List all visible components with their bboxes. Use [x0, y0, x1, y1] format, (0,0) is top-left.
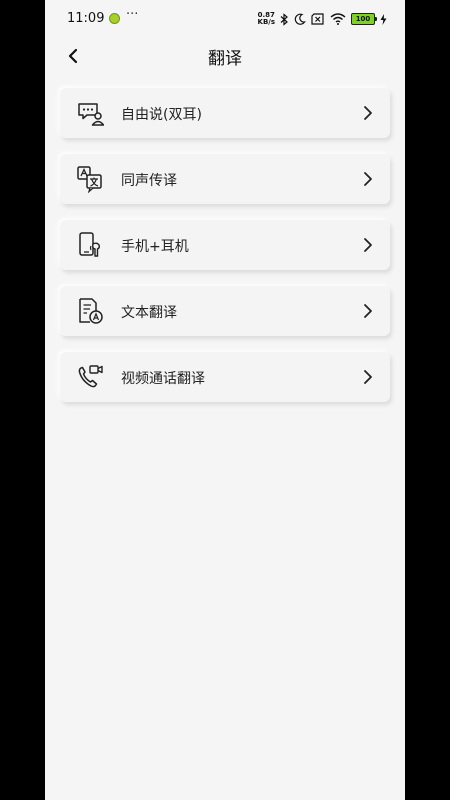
- translate-icon: [77, 166, 102, 193]
- chevron-right-icon: [364, 238, 372, 252]
- menu-item-label: 手机+耳机: [121, 239, 189, 255]
- charging-icon: [380, 13, 387, 25]
- wifi-icon: [330, 13, 346, 25]
- status-time: 11:09: [67, 11, 105, 26]
- chat-person-icon: [78, 103, 104, 126]
- translation-menu: 自由说(双耳) 同声传译 手机+耳机 文本翻译 视频通话翻译: [60, 88, 390, 418]
- chevron-right-icon: [364, 106, 372, 120]
- phone-earbud-icon: [79, 232, 100, 257]
- app-notification-icon: [109, 13, 120, 24]
- status-icons: 0.87 KB/s 100: [258, 10, 387, 28]
- network-speed: 0.87 KB/s: [258, 12, 275, 26]
- chevron-right-icon: [364, 172, 372, 186]
- app-header: 翻译: [45, 38, 405, 74]
- menu-item-label: 视频通话翻译: [121, 371, 205, 387]
- battery-icon: 100: [351, 13, 377, 25]
- menu-item-free-talk[interactable]: 自由说(双耳): [60, 88, 390, 138]
- video-call-icon: [78, 365, 103, 388]
- sim-off-icon: [311, 13, 324, 25]
- menu-item-label: 同声传译: [121, 173, 177, 189]
- document-translate-icon: [79, 298, 103, 324]
- network-speed-unit: KB/s: [257, 18, 275, 26]
- status-bar: 11:09 ··· 0.87 KB/s 100: [45, 0, 405, 38]
- menu-item-label: 自由说(双耳): [121, 107, 202, 123]
- menu-item-label: 文本翻译: [121, 305, 177, 321]
- page-title: 翻译: [208, 49, 242, 69]
- more-notifications-icon: ···: [126, 7, 139, 22]
- chevron-right-icon: [364, 370, 372, 384]
- moon-icon: [294, 13, 306, 25]
- chevron-right-icon: [364, 304, 372, 318]
- phone-screen: 11:09 ··· 0.87 KB/s 100 翻译 自由说(双耳) 同声传译 …: [45, 0, 405, 800]
- bluetooth-icon: [280, 12, 288, 26]
- menu-item-video-call-translation[interactable]: 视频通话翻译: [60, 352, 390, 402]
- menu-item-text-translation[interactable]: 文本翻译: [60, 286, 390, 336]
- menu-item-phone-earbuds[interactable]: 手机+耳机: [60, 220, 390, 270]
- menu-item-simultaneous-interpretation[interactable]: 同声传译: [60, 154, 390, 204]
